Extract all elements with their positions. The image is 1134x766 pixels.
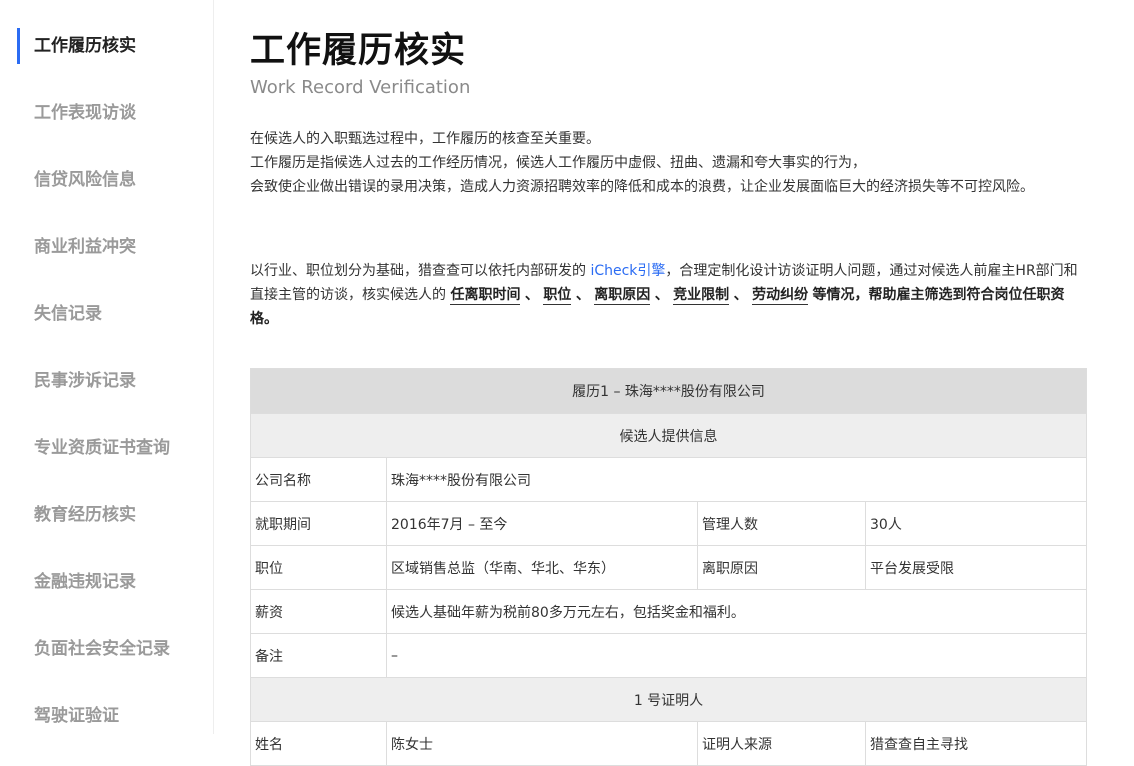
source-label: 证明人来源: [697, 721, 866, 766]
sidebar-item-education[interactable]: 教育经历核实: [34, 503, 136, 527]
leave-reason-label: 离职原因: [697, 545, 866, 590]
intro-text: 在候选人的入职甄选过程中，工作履历的核查至关重要。 工作履历是指候选人过去的工作…: [250, 127, 1086, 199]
keyword-non-compete: 竞业限制: [673, 287, 730, 305]
note-label: 备注: [250, 633, 387, 678]
salary-value: 候选人基础年薪为税前80多万元左右，包括奖金和福利。: [386, 589, 1087, 634]
table-row: 职位 区域销售总监（华南、华北、华东） 离职原因 平台发展受限: [250, 545, 1087, 590]
sidebar-item-certificate-query[interactable]: 专业资质证书查询: [34, 436, 170, 460]
sidebar-item-civil-litigation[interactable]: 民事涉诉记录: [34, 369, 136, 393]
page-subtitle: Work Record Verification: [250, 77, 471, 98]
sidebar-item-work-performance[interactable]: 工作表现访谈: [34, 101, 136, 125]
name-value: 陈女士: [386, 721, 698, 766]
keyword-separator: 、: [524, 287, 539, 303]
work-record-table: 履历1 – 珠海****股份有限公司 候选人提供信息 公司名称 珠海****股份…: [250, 368, 1087, 766]
source-value: 猎查查自主寻找: [865, 721, 1087, 766]
leave-reason-value: 平台发展受限: [865, 545, 1087, 590]
keyword-labor-dispute: 劳动纠纷: [752, 287, 809, 305]
salary-label: 薪资: [250, 589, 387, 634]
intro-line: 工作履历是指候选人过去的工作经历情况，候选人工作履历中虚假、扭曲、遗漏和夸大事实…: [250, 155, 866, 171]
keyword-position: 职位: [543, 287, 572, 305]
sidebar-item-driver-license[interactable]: 驾驶证验证: [34, 704, 119, 728]
intro-line: 在候选人的入职甄选过程中，工作履历的核查至关重要。: [250, 131, 600, 147]
keyword-tenure: 任离职时间: [450, 287, 521, 305]
table-row: 备注 –: [250, 633, 1087, 678]
period-value: 2016年7月 – 至今: [386, 501, 698, 546]
table-row: 薪资 候选人基础年薪为税前80多万元左右，包括奖金和福利。: [250, 589, 1087, 634]
table-row: 姓名 陈女士 证明人来源 猎查查自主寻找: [250, 721, 1087, 766]
table-row: 1 号证明人: [250, 677, 1087, 722]
record-title: 履历1 – 珠海****股份有限公司: [250, 368, 1087, 414]
note-value: –: [386, 633, 1087, 678]
method-text-part: 以行业、职位划分为基础，猎查查可以依托内部研发的: [250, 263, 586, 279]
intro-line: 会致使企业做出错误的录用决策，造成人力资源招聘效率的降低和成本的浪费，让企业发展…: [250, 179, 1034, 195]
sidebar-nav: 工作履历核实 工作表现访谈 信贷风险信息 商业利益冲突 失信记录 民事涉诉记录 …: [0, 0, 214, 734]
sidebar-item-work-record[interactable]: 工作履历核实: [34, 34, 136, 58]
keyword-separator: 、: [733, 287, 748, 303]
active-indicator: [17, 28, 20, 64]
section-heading: 1 号证明人: [250, 677, 1087, 722]
method-text: 以行业、职位划分为基础，猎查查可以依托内部研发的 iCheck引擎，合理定制化设…: [250, 259, 1086, 331]
keyword-separator: 、: [654, 287, 669, 303]
section-heading: 候选人提供信息: [250, 413, 1087, 458]
page-title: 工作履历核实: [250, 31, 467, 71]
sidebar-item-conflict-of-interest[interactable]: 商业利益冲突: [34, 235, 136, 259]
keyword-leave-reason: 离职原因: [594, 287, 651, 305]
table-row: 履历1 – 珠海****股份有限公司: [250, 368, 1087, 414]
sidebar-item-credit-risk[interactable]: 信贷风险信息: [34, 168, 136, 192]
keyword-separator: 、: [575, 287, 590, 303]
period-label: 就职期间: [250, 501, 387, 546]
table-row: 公司名称 珠海****股份有限公司: [250, 457, 1087, 502]
sidebar-item-financial-violation[interactable]: 金融违规记录: [34, 570, 136, 594]
table-row: 就职期间 2016年7月 – 至今 管理人数 30人: [250, 501, 1087, 546]
position-label: 职位: [250, 545, 387, 590]
icheck-engine-link[interactable]: iCheck引擎: [590, 263, 665, 279]
company-value: 珠海****股份有限公司: [386, 457, 1087, 502]
manage-label: 管理人数: [697, 501, 866, 546]
table-row: 候选人提供信息: [250, 413, 1087, 458]
name-label: 姓名: [250, 721, 387, 766]
sidebar-item-dishonesty-record[interactable]: 失信记录: [34, 302, 102, 326]
sidebar-item-social-security[interactable]: 负面社会安全记录: [34, 637, 170, 661]
manage-value: 30人: [865, 501, 1087, 546]
company-label: 公司名称: [250, 457, 387, 502]
position-value: 区域销售总监（华南、华北、华东）: [386, 545, 698, 590]
